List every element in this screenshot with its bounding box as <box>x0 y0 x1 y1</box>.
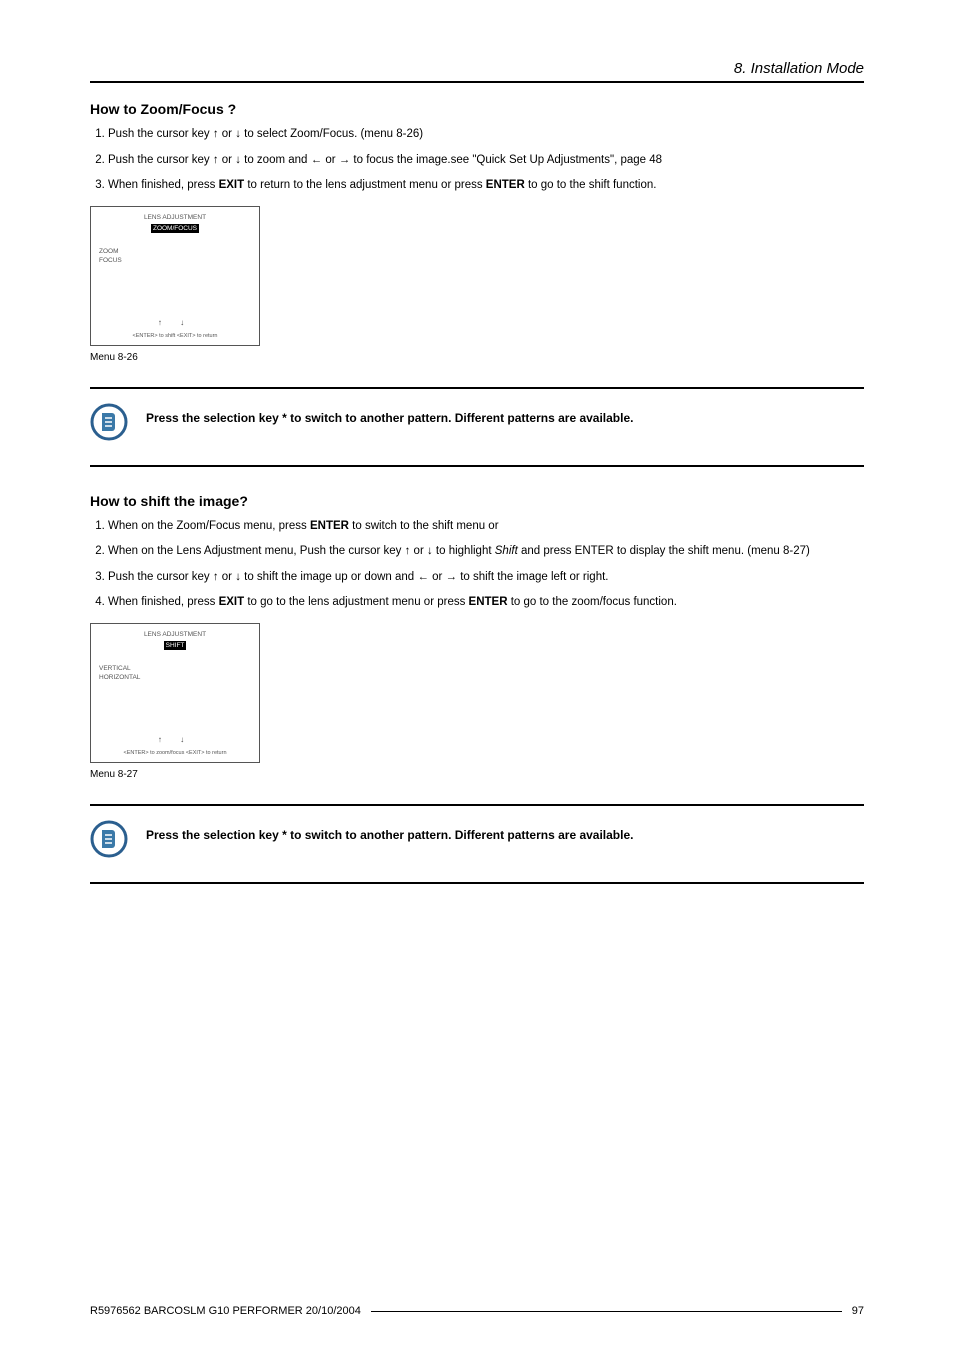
page-footer: R5976562 BARCOSLM G10 PERFORMER 20/10/20… <box>90 1305 864 1317</box>
text: When finished, press <box>108 179 219 191</box>
menu-title: LENS ADJUSTMENT <box>99 630 251 639</box>
step: When on the Lens Adjustment menu, Push t… <box>108 544 864 560</box>
text: to go to the lens adjustment menu or pre… <box>244 596 468 608</box>
note-icon <box>90 820 128 858</box>
note-text: Press the selection key * to switch to a… <box>146 820 633 842</box>
text: to switch to the shift menu or <box>349 520 499 532</box>
step: When finished, press EXIT to go to the l… <box>108 595 864 611</box>
menu-line: ZOOM <box>99 247 251 256</box>
text: and press ENTER to display the shift men… <box>518 545 751 557</box>
menu-caption: Menu 8-26 <box>90 352 864 363</box>
step: Push the cursor key ↑ or ↓ to select Zoo… <box>108 127 864 143</box>
menu-line: FOCUS <box>99 256 251 265</box>
note-block: Press the selection key * to switch to a… <box>90 804 864 884</box>
text: ) <box>806 545 810 557</box>
footer-rule <box>371 1311 842 1312</box>
text: to go to the zoom/focus function. <box>508 596 677 608</box>
key-exit: EXIT <box>219 179 245 191</box>
step: When on the Zoom/Focus menu, press ENTER… <box>108 519 864 535</box>
hl-text: ZOOM/FOCUS <box>151 224 199 233</box>
footer-left: R5976562 BARCOSLM G10 PERFORMER 20/10/20… <box>90 1305 361 1317</box>
menu-hint: <ENTER> to zoom/focus <EXIT> to return <box>91 750 259 758</box>
text: to go to the shift function. <box>525 179 657 191</box>
note-block: Press the selection key * to switch to a… <box>90 387 864 467</box>
step: When finished, press EXIT to return to t… <box>108 178 864 194</box>
menu-hint: <ENTER> to shift <EXIT> to return <box>91 333 259 341</box>
menu-highlight: SHIFT <box>99 641 251 650</box>
text: When on the Zoom/Focus menu, press <box>108 520 310 532</box>
arrows: ↑ ↓ <box>91 317 259 328</box>
menu-highlight: ZOOM/FOCUS <box>99 224 251 233</box>
key-enter: ENTER <box>469 596 508 608</box>
menu-caption: Menu 8-27 <box>90 769 864 780</box>
menu-figure-8-26: LENS ADJUSTMENT ZOOM/FOCUS ZOOM FOCUS ↑ … <box>90 206 864 346</box>
key-enter: ENTER <box>486 179 525 191</box>
chapter-header: 8. Installation Mode <box>90 60 864 77</box>
menu-line: VERTICAL <box>99 664 251 673</box>
step: Push the cursor key ↑ or ↓ to shift the … <box>108 570 864 586</box>
text: When finished, press <box>108 596 219 608</box>
hl-text: SHIFT <box>164 641 187 650</box>
menu-figure-8-27: LENS ADJUSTMENT SHIFT VERTICAL HORIZONTA… <box>90 623 864 763</box>
key-exit: EXIT <box>219 596 245 608</box>
emph-shift: Shift <box>495 545 518 557</box>
arrows: ↑ ↓ <box>91 734 259 745</box>
text: When on the Lens Adjustment menu, Push t… <box>108 545 495 557</box>
page-number: 97 <box>852 1305 864 1317</box>
steps-shift: When on the Zoom/Focus menu, press ENTER… <box>90 519 864 611</box>
menu-ref: menu 8-27 <box>751 545 806 557</box>
section-title-shift: How to shift the image? <box>90 493 864 509</box>
menu-line: HORIZONTAL <box>99 673 251 682</box>
section-title-zoom-focus: How to Zoom/Focus ? <box>90 101 864 117</box>
note-text: Press the selection key * to switch to a… <box>146 403 633 425</box>
menu-box: LENS ADJUSTMENT SHIFT VERTICAL HORIZONTA… <box>90 623 260 763</box>
menu-box: LENS ADJUSTMENT ZOOM/FOCUS ZOOM FOCUS ↑ … <box>90 206 260 346</box>
steps-zoom-focus: Push the cursor key ↑ or ↓ to select Zoo… <box>90 127 864 194</box>
text: ) <box>419 128 423 140</box>
menu-ref: menu 8-26 <box>364 128 419 140</box>
menu-title: LENS ADJUSTMENT <box>99 213 251 222</box>
key-enter: ENTER <box>310 520 349 532</box>
note-icon <box>90 403 128 441</box>
text: Push the cursor key ↑ or ↓ to select Zoo… <box>108 128 364 140</box>
page: 8. Installation Mode How to Zoom/Focus ?… <box>0 0 954 1351</box>
text: to return to the lens adjustment menu or… <box>244 179 486 191</box>
divider <box>90 81 864 83</box>
step: Push the cursor key ↑ or ↓ to zoom and ←… <box>108 153 864 169</box>
